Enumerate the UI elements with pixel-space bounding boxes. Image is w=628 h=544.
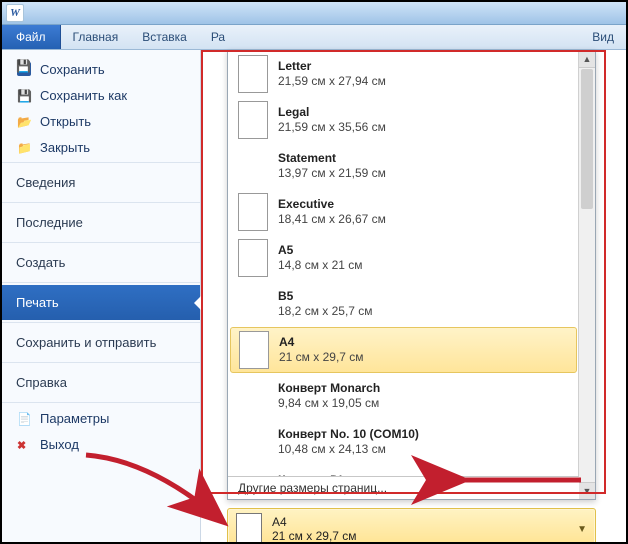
backstage-exit[interactable]: Выход <box>2 431 200 457</box>
current-size-name: A4 <box>272 515 567 529</box>
window-titlebar: W <box>2 2 626 25</box>
label: Выход <box>40 437 79 452</box>
backstage-save[interactable]: Сохранить <box>2 56 200 82</box>
scroll-down-icon[interactable]: ▼ <box>579 482 595 499</box>
paper-size-name: A4 <box>279 335 364 350</box>
label: Сохранить как <box>40 88 127 103</box>
label: Открыть <box>40 114 91 129</box>
open-folder-icon <box>16 113 32 129</box>
tab-view[interactable]: Вид <box>580 25 626 49</box>
print-settings-area: Letter21,59 см x 27,94 смLegal21,59 см x… <box>201 50 626 544</box>
backstage-close[interactable]: Закрыть <box>2 134 200 160</box>
paper-size-item[interactable]: Конверт Monarch9,84 см x 19,05 см <box>228 373 579 419</box>
backstage-print[interactable]: Печать <box>2 285 200 320</box>
backstage-info[interactable]: Сведения <box>2 165 200 200</box>
label: Закрыть <box>40 140 90 155</box>
scroll-up-icon[interactable]: ▲ <box>579 51 595 68</box>
app-icon: W <box>6 4 24 22</box>
paper-size-name: Executive <box>278 197 386 212</box>
paper-size-dim: 21 см x 29,7 см <box>279 350 364 365</box>
page-thumb-icon <box>236 513 262 544</box>
label: Другие размеры страниц... <box>238 481 387 495</box>
backstage-recent[interactable]: Последние <box>2 205 200 240</box>
paper-size-dim: 14,8 см x 21 см <box>278 258 363 273</box>
backstage-open[interactable]: Открыть <box>2 108 200 134</box>
exit-icon <box>16 436 32 452</box>
label: Параметры <box>40 411 109 426</box>
close-folder-icon <box>16 139 32 155</box>
backstage-new[interactable]: Создать <box>2 245 200 280</box>
page-thumb-icon <box>238 239 268 277</box>
label: Сохранить <box>40 62 105 77</box>
page-thumb-icon <box>238 101 268 139</box>
paper-size-dim: 18,2 см x 25,7 см <box>278 304 373 319</box>
paper-size-item[interactable]: Legal21,59 см x 35,56 см <box>228 97 579 143</box>
paper-size-item[interactable]: A514,8 см x 21 см <box>228 235 579 281</box>
scroll-thumb[interactable] <box>581 69 593 209</box>
backstage-help[interactable]: Справка <box>2 365 200 400</box>
paper-size-name: Конверт Monarch <box>278 381 380 396</box>
paper-size-dim: 10,48 см x 24,13 см <box>278 442 419 457</box>
tab-file[interactable]: Файл <box>2 25 61 49</box>
page-thumb-icon <box>238 193 268 231</box>
paper-size-dim: 13,97 см x 21,59 см <box>278 166 386 181</box>
options-icon <box>16 410 32 426</box>
backstage-menu: Сохранить Сохранить как Открыть Закрыть … <box>2 50 201 544</box>
dropdown-scrollbar[interactable]: ▲ ▼ <box>578 51 595 499</box>
tab-insert[interactable]: Вставка <box>130 25 199 49</box>
ribbon-tabs: Файл Главная Вставка Ра Вид <box>2 25 626 50</box>
paper-size-name: Letter <box>278 59 386 74</box>
page-thumb-icon <box>239 331 269 369</box>
more-page-sizes[interactable]: Другие размеры страниц... <box>228 476 579 499</box>
paper-size-dropdown: Letter21,59 см x 27,94 смLegal21,59 см x… <box>227 50 596 500</box>
paper-size-dim: 21,59 см x 27,94 см <box>278 74 386 89</box>
paper-size-name: Statement <box>278 151 386 166</box>
paper-size-name: A5 <box>278 243 363 258</box>
paper-size-dim: 18,41 см x 26,67 см <box>278 212 386 227</box>
chevron-down-icon: ▼ <box>577 524 587 535</box>
tab-home[interactable]: Главная <box>61 25 131 49</box>
paper-size-dim: 9,84 см x 19,05 см <box>278 396 380 411</box>
save-icon <box>16 61 32 77</box>
paper-size-name: Конверт No. 10 (COM10) <box>278 427 419 442</box>
backstage-options[interactable]: Параметры <box>2 405 200 431</box>
backstage-share[interactable]: Сохранить и отправить <box>2 325 200 360</box>
paper-size-dim: 21,59 см x 35,56 см <box>278 120 386 135</box>
paper-size-item[interactable]: Letter21,59 см x 27,94 см <box>228 51 579 97</box>
paper-size-name: Legal <box>278 105 386 120</box>
paper-size-item[interactable]: Executive18,41 см x 26,67 см <box>228 189 579 235</box>
page-thumb-icon <box>238 55 268 93</box>
paper-size-item[interactable]: Statement13,97 см x 21,59 см <box>228 143 579 189</box>
paper-size-name: B5 <box>278 289 373 304</box>
save-as-icon <box>16 87 32 103</box>
current-size-dim: 21 см x 29,7 см <box>272 529 567 543</box>
backstage-save-as[interactable]: Сохранить как <box>2 82 200 108</box>
paper-size-selector[interactable]: A4 21 см x 29,7 см ▼ <box>227 508 596 544</box>
tab-partial[interactable]: Ра <box>199 25 237 49</box>
paper-size-item[interactable]: B518,2 см x 25,7 см <box>228 281 579 327</box>
paper-size-item[interactable]: A421 см x 29,7 см <box>230 327 577 373</box>
paper-size-item[interactable]: Конверт No. 10 (COM10)10,48 см x 24,13 с… <box>228 419 579 465</box>
